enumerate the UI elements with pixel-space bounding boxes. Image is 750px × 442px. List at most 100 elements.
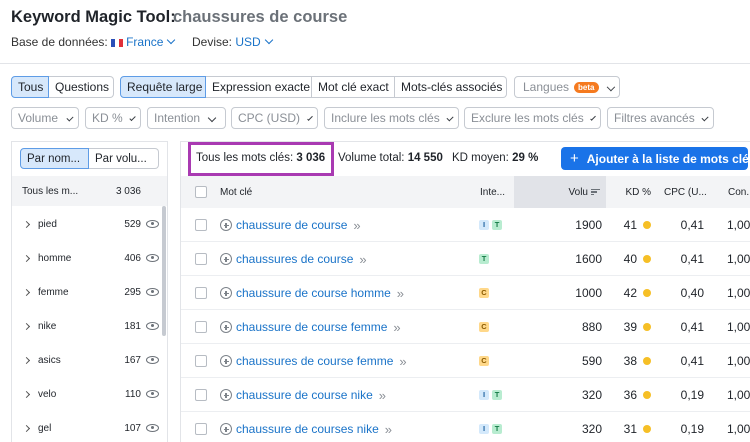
kd-cell: 40 (606, 242, 651, 276)
keyword-link[interactable]: chaussure de course femme (236, 320, 387, 334)
kd-difficulty-dot (643, 255, 651, 263)
cpc-cell: 0,40 (680, 286, 704, 300)
avg-kd-stat: KD moyen: 29 % (452, 152, 539, 164)
chevron-down-icon (167, 35, 176, 45)
column-header-keyword[interactable]: Mot clé Inte... (181, 176, 514, 208)
group-row[interactable]: femme 295 (12, 275, 167, 309)
groups-header[interactable]: Tous les m... 3 036 (12, 176, 167, 206)
database-value[interactable]: France (111, 35, 176, 49)
tab-requete-large[interactable]: Requête large (120, 76, 206, 98)
row-checkbox[interactable] (195, 423, 207, 435)
add-keyword-icon[interactable] (220, 287, 232, 299)
add-keyword-icon[interactable] (220, 423, 232, 435)
competition-cell: 1,00 (727, 422, 750, 436)
france-flag-icon (111, 39, 124, 47)
eye-icon[interactable] (146, 390, 159, 398)
keyword-expand-icon[interactable]: » (385, 422, 392, 437)
keyword-link[interactable]: chaussure de course nike (236, 388, 373, 402)
currency-selector[interactable]: Devise: USD (192, 35, 273, 49)
column-header-cpc[interactable]: CPC (U... (661, 176, 726, 208)
group-row[interactable]: nike 181 (12, 309, 167, 343)
select-all-checkbox[interactable] (195, 186, 207, 198)
advanced-filters[interactable]: Filtres avancés (607, 107, 714, 129)
column-header-competition[interactable]: Con... (726, 176, 750, 208)
row-checkbox[interactable] (195, 219, 207, 231)
eye-icon[interactable] (146, 356, 159, 364)
intent-commercial-tag: C (479, 288, 489, 298)
row-checkbox[interactable] (195, 389, 207, 401)
kd-filter[interactable]: KD % (85, 107, 141, 129)
tab-tous[interactable]: Tous (11, 76, 49, 98)
keyword-expand-icon[interactable]: » (393, 320, 400, 335)
group-row[interactable]: homme 406 (12, 241, 167, 275)
currency-value[interactable]: USD (235, 35, 273, 49)
languages-dropdown[interactable]: Langues beta (514, 76, 620, 98)
group-row[interactable]: velo 110 (12, 377, 167, 411)
add-keyword-icon[interactable] (220, 389, 232, 401)
add-to-keyword-list-button[interactable]: + Ajouter à la liste de mots clés (561, 147, 750, 170)
eye-icon[interactable] (146, 254, 159, 262)
cpc-cell: 0,41 (680, 252, 704, 266)
add-keyword-icon[interactable] (220, 321, 232, 333)
competition-cell: 1,00 (727, 286, 750, 300)
currency-label: Devise: (192, 35, 233, 49)
chevron-down-icon (307, 115, 313, 121)
add-keyword-icon[interactable] (220, 219, 232, 231)
keyword-expand-icon[interactable]: » (359, 252, 366, 267)
tab-questions[interactable]: Questions (49, 76, 114, 98)
keyword-link[interactable]: chaussures de course femme (236, 354, 393, 368)
highlight-box (188, 142, 334, 176)
sort-by-number-tab[interactable]: Par nom... (20, 148, 89, 169)
intent-informational-tag: I (479, 220, 489, 230)
tab-mot-cle-exact[interactable]: Mot clé exact (312, 76, 395, 98)
eye-icon[interactable] (146, 288, 159, 296)
database-selector[interactable]: Base de données: France (11, 35, 176, 49)
kd-cell: 39 (606, 310, 651, 344)
column-header-kd[interactable]: KD % (606, 176, 661, 208)
include-keywords-filter[interactable]: Inclure les mots clés (324, 107, 459, 129)
group-row[interactable]: asics 167 (12, 343, 167, 377)
kd-difficulty-dot (643, 425, 651, 433)
eye-icon[interactable] (146, 322, 159, 330)
keyword-link[interactable]: chaussures de course (236, 252, 353, 266)
group-row[interactable]: gel 107 (12, 411, 167, 442)
keyword-expand-icon[interactable]: » (379, 388, 386, 403)
intent-commercial-tag: C (479, 322, 489, 332)
groups-header-count: 3 036 (115, 185, 141, 197)
add-keyword-icon[interactable] (220, 355, 232, 367)
keyword-expand-icon[interactable]: » (397, 286, 404, 301)
cpc-cell: 0,41 (680, 218, 704, 232)
row-checkbox[interactable] (195, 321, 207, 333)
eye-icon[interactable] (146, 220, 159, 228)
eye-icon[interactable] (146, 424, 159, 432)
kd-difficulty-dot (643, 391, 651, 399)
row-checkbox[interactable] (195, 355, 207, 367)
chevron-right-icon (22, 390, 31, 398)
column-header-intent[interactable]: Inte... (480, 187, 505, 198)
cpc-filter[interactable]: CPC (USD) (231, 107, 318, 129)
intent-transactional-tag: T (492, 390, 502, 400)
volume-filter[interactable]: Volume (11, 107, 79, 129)
volume-cell: 1900 (575, 218, 602, 232)
tab-expression-exacte[interactable]: Expression exacte (206, 76, 312, 98)
exclude-keywords-filter[interactable]: Exclure les mots clés (464, 107, 601, 129)
tab-mots-cles-associes[interactable]: Mots-clés associés (395, 76, 507, 98)
kd-cell: 41 (606, 208, 651, 242)
row-checkbox[interactable] (195, 253, 207, 265)
keyword-link[interactable]: chaussure de course (236, 218, 347, 232)
keyword-link[interactable]: chaussure de course homme (236, 286, 391, 300)
keyword-link[interactable]: chaussure de courses nike (236, 422, 379, 436)
row-checkbox[interactable] (195, 287, 207, 299)
seed-keyword: chaussures de course (173, 8, 348, 26)
sort-by-volume-tab[interactable]: Par volu... (89, 148, 159, 169)
intent-filter[interactable]: Intention (147, 107, 226, 129)
volume-cell: 1000 (575, 286, 602, 300)
keyword-expand-icon[interactable]: » (353, 218, 360, 233)
chevron-down-icon (589, 115, 596, 121)
add-keyword-icon[interactable] (220, 253, 232, 265)
keyword-expand-icon[interactable]: » (399, 354, 406, 369)
competition-cell: 1,00 (727, 218, 750, 232)
column-header-volume[interactable]: Volu (514, 176, 606, 208)
group-row[interactable]: pied 529 (12, 207, 167, 241)
groups-scrollbar[interactable] (162, 206, 166, 336)
